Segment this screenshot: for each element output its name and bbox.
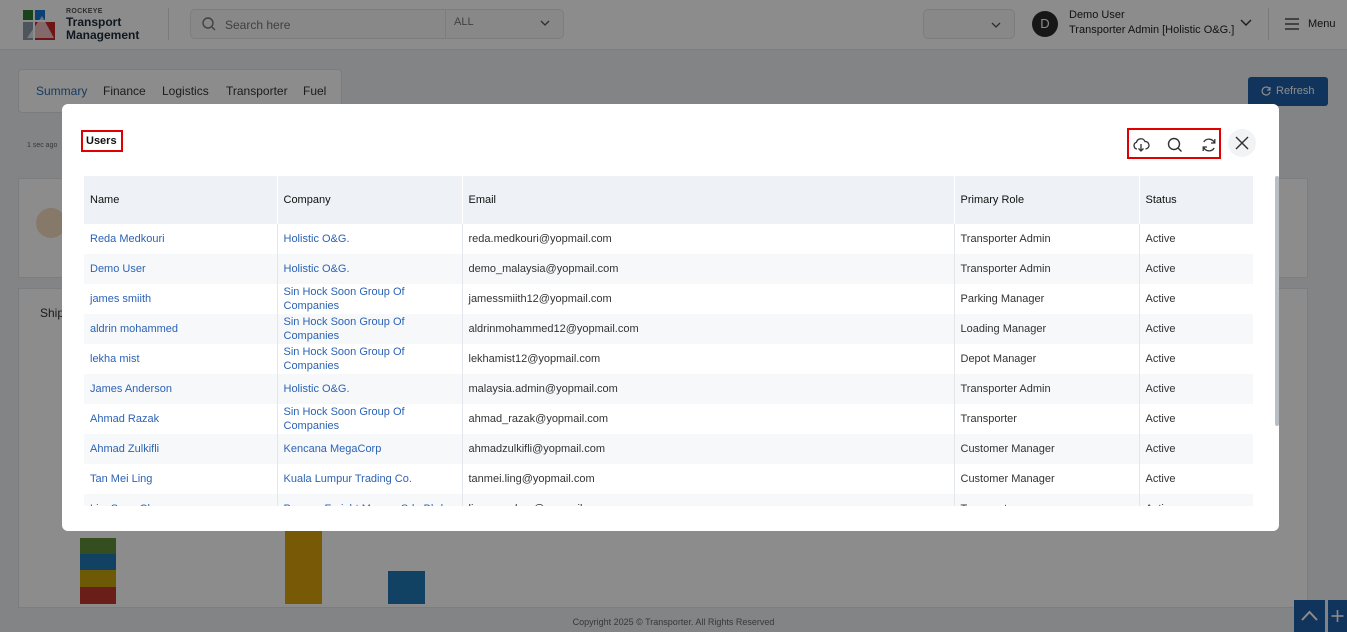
table-row[interactable]: Ahmad Razak Sin Hock Soon Group Of Compan… [84, 404, 1253, 434]
user-email: reda.medkouri@yopmail.com [462, 224, 955, 254]
user-role-cell: Parking Manager [954, 284, 1140, 314]
company-link[interactable]: Holistic O&G. [277, 224, 463, 254]
user-name-link[interactable]: Tan Mei Ling [84, 464, 278, 494]
company-link[interactable]: Sin Hock Soon Group Of Companies [277, 404, 463, 434]
user-email: tanmei.ling@yopmail.com [462, 464, 955, 494]
company-link[interactable]: Holistic O&G. [277, 254, 463, 284]
table-row[interactable]: james smiith Sin Hock Soon Group Of Compa… [84, 284, 1253, 314]
company-link[interactable]: Sin Hock Soon Group Of Companies [277, 344, 463, 374]
users-table-body: Reda Medkouri Holistic O&G. reda.medkouri@… [84, 224, 1253, 506]
table-row[interactable]: Lim Seng CheePenang Freight Movers Sdn B… [84, 494, 1253, 506]
user-email: demo_malaysia@yopmail.com [462, 254, 955, 284]
user-status: Active [1145, 383, 1176, 395]
company-link[interactable]: Penang Freight Movers Sdn Bhd [277, 494, 463, 506]
user-role-cell: Transporter [954, 494, 1140, 506]
modal-toolbar [1127, 128, 1221, 159]
user-role-cell: Transporter Admin [954, 374, 1140, 404]
company-link[interactable]: Kencana MegaCorp [277, 434, 463, 464]
column-header-email[interactable]: Email [462, 176, 955, 224]
user-email: jamessmiith12@yopmail.com [462, 284, 955, 314]
search-icon[interactable] [1166, 136, 1184, 154]
user-role-cell: Customer Manager [954, 464, 1140, 494]
user-status: Active [1145, 443, 1176, 455]
company-link[interactable]: Holistic O&G. [277, 374, 463, 404]
table-row[interactable]: Tan Mei Ling Kuala Lumpur Trading Co. tanm… [84, 464, 1253, 494]
table-row[interactable]: Reda Medkouri Holistic O&G. reda.medkouri@… [84, 224, 1253, 254]
user-status: Active [1145, 473, 1176, 485]
user-email: ahmad_razak@yopmail.com [462, 404, 955, 434]
column-header-company[interactable]: Company [277, 176, 463, 224]
users-table: Name Company Email Primary Role Status R… [84, 176, 1253, 506]
user-role-cell: Loading Manager [954, 314, 1140, 344]
user-email: malaysia.admin@yopmail.com [462, 374, 955, 404]
cloud-download-icon[interactable] [1132, 136, 1150, 154]
user-name-link[interactable]: aldrin mohammed [84, 314, 278, 344]
modal-scrollbar[interactable] [1275, 176, 1279, 426]
user-status: Active [1145, 323, 1176, 335]
user-email: aldrinmohammed12@yopmail.com [462, 314, 955, 344]
user-email: lim.sengchee@yopmail.com [462, 494, 955, 506]
user-role-cell: Depot Manager [954, 344, 1140, 374]
user-name-link[interactable]: lekha mist [84, 344, 278, 374]
user-email: lekhamist12@yopmail.com [462, 344, 955, 374]
user-name-link[interactable]: james smiith [84, 284, 278, 314]
column-header-status[interactable]: Status [1139, 176, 1253, 224]
table-row[interactable]: Ahmad Zulkifli Kencana MegaCorp ahmadzulki… [84, 434, 1253, 464]
user-status: Active [1145, 233, 1176, 245]
user-name-link[interactable]: James Anderson [84, 374, 278, 404]
user-name-link[interactable]: Ahmad Zulkifli [84, 434, 278, 464]
column-header-name[interactable]: Name [84, 176, 278, 224]
user-email: ahmadzulkifli@yopmail.com [462, 434, 955, 464]
close-button[interactable] [1228, 129, 1256, 157]
user-name-link[interactable]: Reda Medkouri [84, 224, 278, 254]
user-role-cell: Transporter Admin [954, 254, 1140, 284]
user-status: Active [1139, 494, 1253, 506]
table-row[interactable]: aldrin mohammed Sin Hock Soon Group Of Co… [84, 314, 1253, 344]
close-icon [1235, 136, 1249, 150]
user-status: Active [1145, 353, 1176, 365]
column-header-primary-role[interactable]: Primary Role [954, 176, 1140, 224]
users-modal: Users Name Company Email Primary Role St… [62, 104, 1279, 531]
users-table-container[interactable]: Name Company Email Primary Role Status R… [84, 176, 1253, 506]
table-row[interactable]: lekha mist Sin Hock Soon Group Of Compani… [84, 344, 1253, 374]
refresh-icon[interactable] [1200, 136, 1218, 154]
table-row[interactable]: Demo User Holistic O&G. demo_malaysia@yopm… [84, 254, 1253, 284]
user-status: Active [1145, 293, 1176, 305]
user-role-cell: Transporter [954, 404, 1140, 434]
modal-title: Users [81, 130, 123, 152]
user-name-link[interactable]: Ahmad Razak [84, 404, 278, 434]
user-role-cell: Transporter Admin [954, 224, 1140, 254]
user-name-link[interactable]: Demo User [84, 254, 278, 284]
user-status: Active [1145, 263, 1176, 275]
user-status: Active [1145, 413, 1176, 425]
user-name-link[interactable]: Lim Seng Chee [84, 494, 278, 506]
table-header-row: Name Company Email Primary Role Status [84, 176, 1253, 224]
company-link[interactable]: Kuala Lumpur Trading Co. [277, 464, 463, 494]
company-link[interactable]: Sin Hock Soon Group Of Companies [277, 284, 463, 314]
user-role-cell: Customer Manager [954, 434, 1140, 464]
table-row[interactable]: James Anderson Holistic O&G. malaysia.admi… [84, 374, 1253, 404]
company-link[interactable]: Sin Hock Soon Group Of Companies [277, 314, 463, 344]
